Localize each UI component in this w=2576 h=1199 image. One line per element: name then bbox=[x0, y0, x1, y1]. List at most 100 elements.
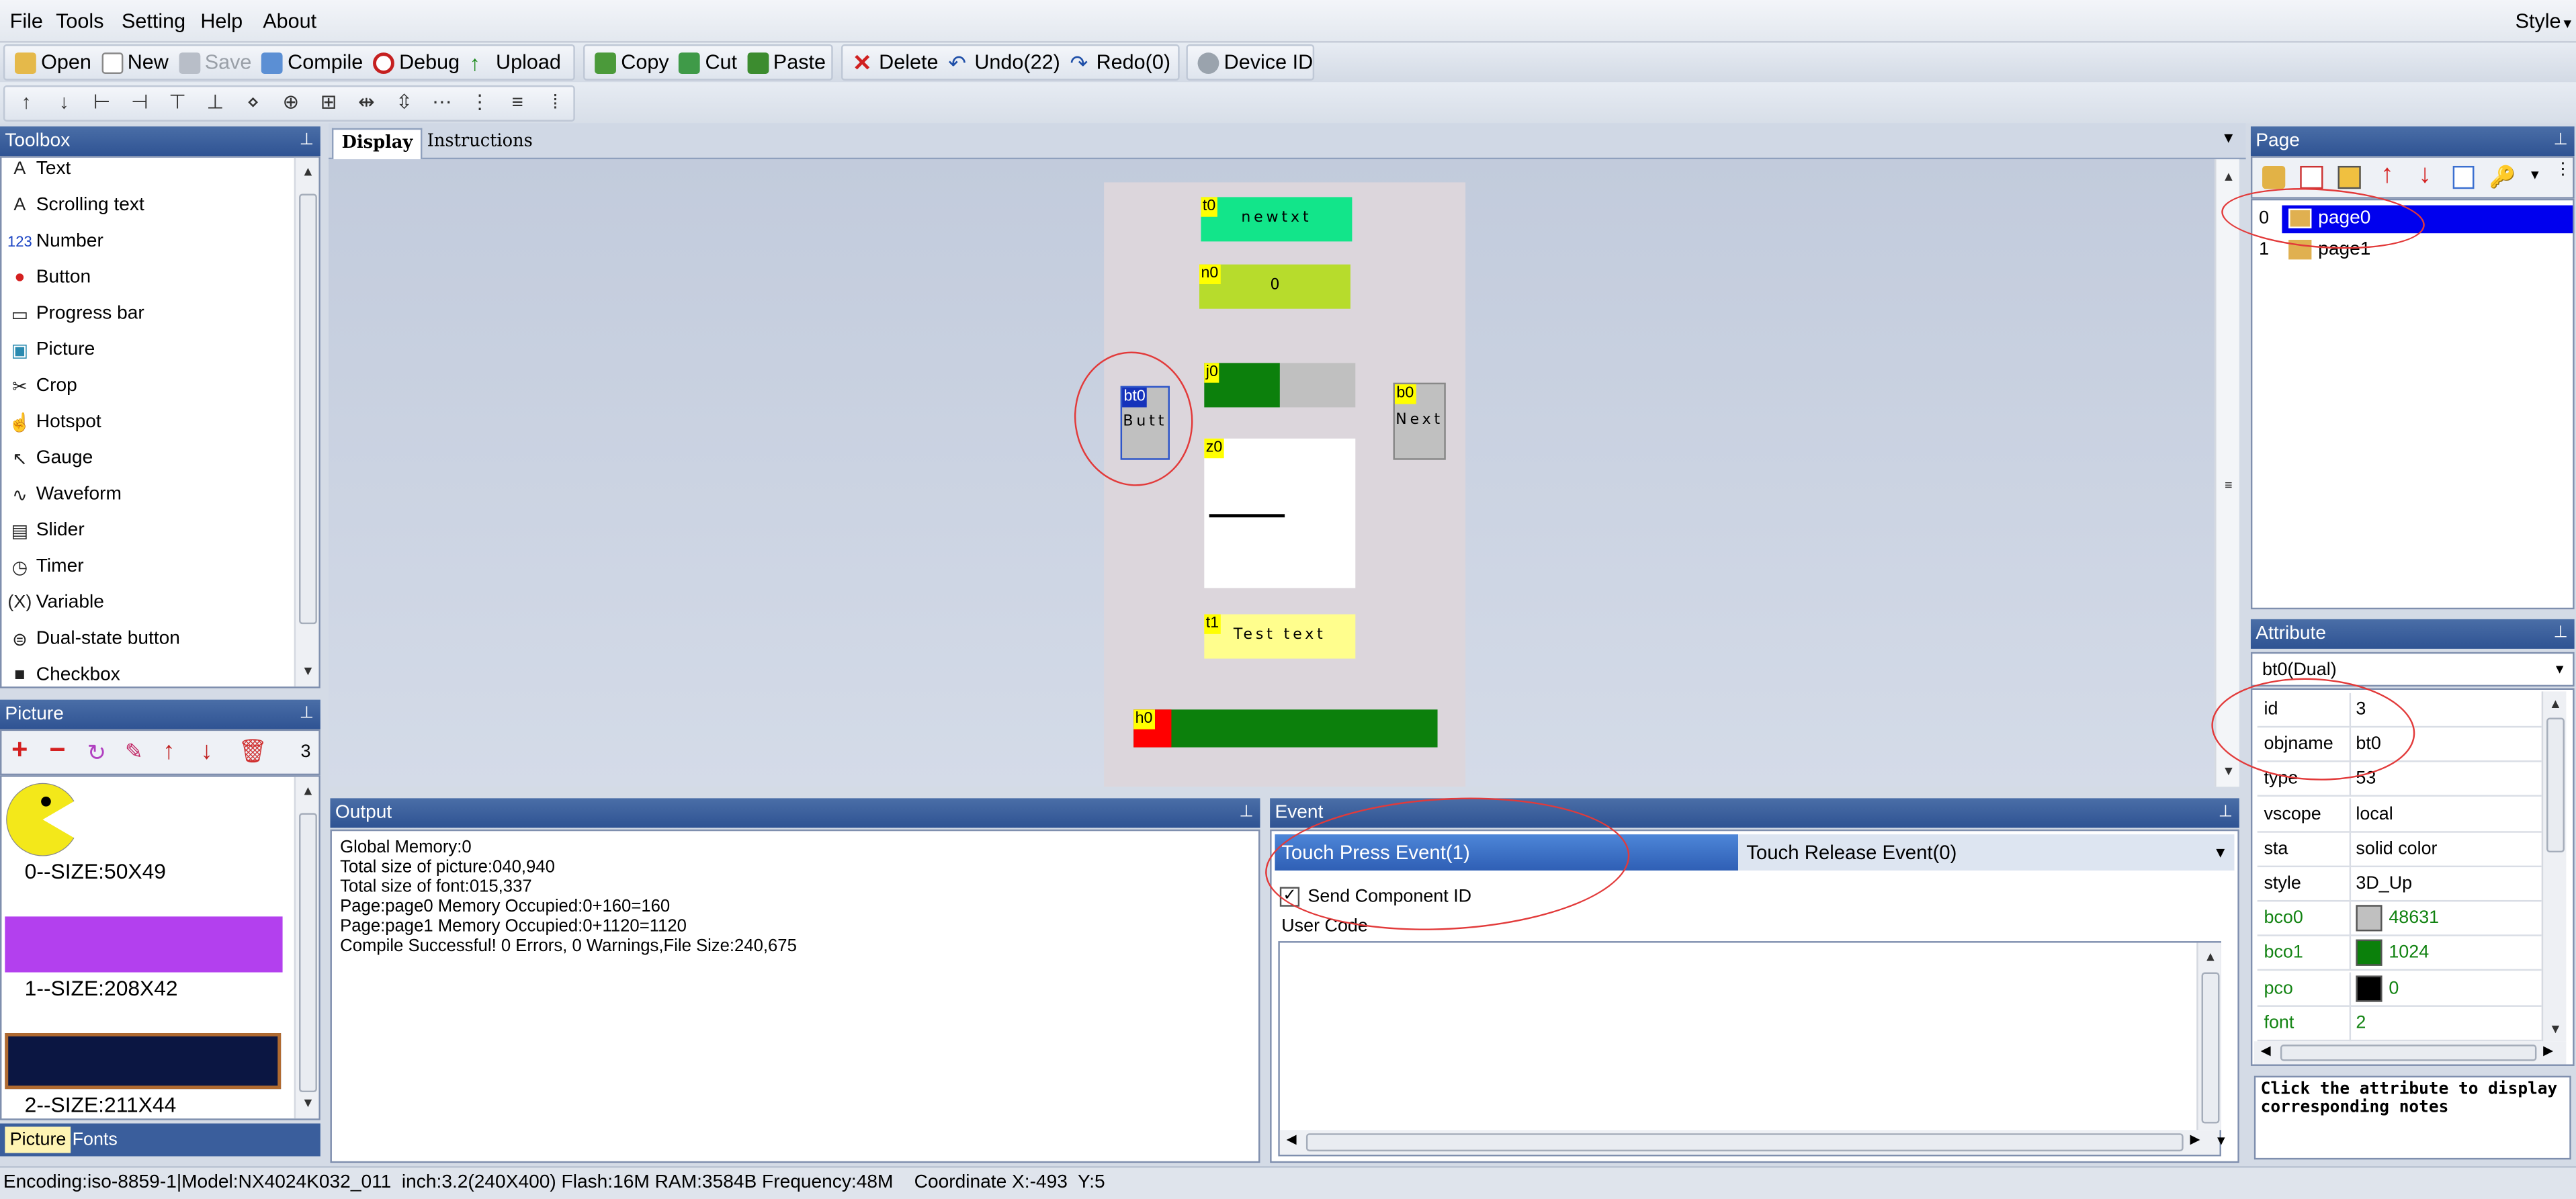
toolbox-item[interactable]: ∿ Waveform bbox=[8, 476, 122, 513]
tab-fonts[interactable]: Fonts bbox=[73, 1130, 118, 1149]
toolbox-item[interactable]: 123 Number bbox=[7, 224, 103, 260]
page-up-icon[interactable]: ↑ bbox=[2380, 161, 2394, 191]
slider-h0[interactable]: h0 bbox=[1133, 709, 1438, 748]
copy-button[interactable]: Copy bbox=[590, 46, 674, 79]
attribute-row[interactable]: bco0 48631 bbox=[2257, 901, 2542, 937]
picture-thumb-2[interactable] bbox=[5, 1033, 282, 1090]
scroll-thumb[interactable] bbox=[1305, 1133, 2184, 1152]
align-top-icon[interactable]: ⊤ bbox=[166, 90, 189, 113]
center-horizontal-icon[interactable]: ⋄ bbox=[241, 90, 264, 113]
add-page-icon[interactable] bbox=[2262, 165, 2286, 189]
toolbox-item[interactable]: A Scrolling text bbox=[8, 187, 144, 224]
attribute-row[interactable]: style 3D_Up bbox=[2257, 867, 2542, 902]
scroll-down-icon[interactable]: ▼ bbox=[296, 660, 318, 683]
scroll-down-icon[interactable]: ▼ bbox=[2217, 760, 2241, 783]
attribute-row[interactable]: vscope local bbox=[2257, 797, 2542, 832]
chevron-down-icon[interactable]: ▼ bbox=[2213, 834, 2228, 871]
output-panel[interactable]: Global Memory:0 Total size of picture:040… bbox=[330, 829, 1260, 1163]
save-button[interactable]: Save bbox=[173, 46, 256, 79]
picture-thumb-1[interactable] bbox=[5, 916, 283, 973]
copy-page-icon[interactable] bbox=[2452, 165, 2475, 189]
attribute-hscroll[interactable]: ◀ ▶ bbox=[2253, 1041, 2567, 1065]
attribute-scrollbar[interactable]: ▲ ▼ bbox=[2541, 691, 2568, 1042]
gauge-z0[interactable]: z0 bbox=[1204, 438, 1356, 588]
menu-file[interactable]: File bbox=[10, 10, 43, 33]
menu-setting[interactable]: Setting bbox=[122, 10, 185, 33]
picture-thumb-0[interactable] bbox=[3, 780, 83, 858]
user-code-editor[interactable]: ▲ ◀ ▶ bbox=[1278, 941, 2223, 1157]
compile-button[interactable]: Compile bbox=[257, 46, 368, 79]
lock-icon[interactable]: 🔑 bbox=[2489, 165, 2516, 191]
same-width-icon[interactable]: ⇹ bbox=[355, 90, 378, 113]
toolbox-item[interactable]: ▤ Slider bbox=[8, 513, 85, 549]
picture-scrollbar[interactable]: ▲ ▼ bbox=[294, 776, 319, 1119]
tab-instructions[interactable]: Instructions bbox=[427, 132, 533, 151]
toolbox-item[interactable]: ✂ Crop bbox=[8, 368, 77, 404]
scroll-thumb[interactable] bbox=[299, 193, 317, 625]
upload-button[interactable]: ↑ Upload bbox=[465, 46, 566, 79]
chevron-down-icon[interactable]: ▼ bbox=[2528, 167, 2541, 182]
toolbox-item[interactable]: ☝ Hotspot bbox=[8, 404, 101, 441]
scroll-down-icon[interactable]: ▼ bbox=[296, 1092, 318, 1115]
text-component-t0[interactable]: t0 newtxt bbox=[1201, 197, 1353, 242]
device-id-button[interactable]: Device ID bbox=[1193, 46, 1318, 79]
menu-about[interactable]: About bbox=[263, 10, 316, 33]
scroll-thumb[interactable] bbox=[299, 813, 317, 1093]
scroll-thumb[interactable] bbox=[2280, 1045, 2537, 1061]
paste-button[interactable]: Paste bbox=[742, 46, 830, 79]
scroll-up-icon[interactable]: ▲ bbox=[2198, 946, 2223, 969]
page-down-icon[interactable]: ↓ bbox=[2418, 161, 2432, 191]
design-canvas[interactable]: t0 newtxt n0 0 bt0 Butt j0 b0 Next z0 t1… bbox=[329, 159, 2215, 787]
delete-page-icon[interactable] bbox=[2300, 165, 2323, 189]
align-bottom-icon[interactable]: ⊥ bbox=[204, 90, 226, 113]
scroll-up-icon[interactable]: ▲ bbox=[2217, 166, 2241, 189]
menu-style[interactable]: Style▼ bbox=[2516, 10, 2574, 33]
overflow-icon[interactable]: ⋮ bbox=[2554, 161, 2571, 179]
scroll-down-icon[interactable]: ▼ bbox=[2215, 1133, 2227, 1148]
replace-icon[interactable]: ↻ bbox=[87, 739, 107, 767]
text-component-t1[interactable]: t1 Test text bbox=[1204, 614, 1356, 659]
same-size-icon[interactable]: ⊞ bbox=[317, 90, 340, 113]
spacing-vertical-icon[interactable]: ⋮ bbox=[468, 90, 491, 113]
scroll-left-icon[interactable]: ◀ bbox=[2261, 1043, 2271, 1058]
toolbox-item[interactable]: ● Button bbox=[8, 259, 91, 296]
insert-page-icon[interactable] bbox=[2337, 165, 2361, 189]
add-icon[interactable]: + bbox=[11, 735, 28, 765]
scroll-down-icon[interactable]: ▼ bbox=[2543, 1018, 2568, 1041]
color-swatch[interactable] bbox=[2356, 905, 2382, 932]
menu-help[interactable]: Help bbox=[200, 10, 243, 33]
menu-tools[interactable]: Tools bbox=[56, 10, 103, 33]
scroll-left-icon[interactable]: ◀ bbox=[1287, 1132, 1297, 1147]
distribute-icon[interactable]: ≡ bbox=[506, 90, 529, 113]
scroll-thumb[interactable] bbox=[2201, 972, 2220, 1124]
attribute-value[interactable]: 1024 bbox=[2389, 943, 2429, 963]
attribute-value[interactable]: 48631 bbox=[2389, 909, 2439, 928]
attribute-row[interactable]: bco1 1024 bbox=[2257, 936, 2542, 972]
move-down-icon[interactable]: ↓ bbox=[200, 738, 212, 766]
toolbox-scrollbar[interactable]: ▲ ▼ bbox=[294, 157, 319, 687]
tab-picture[interactable]: Picture bbox=[5, 1126, 71, 1153]
align-left-icon[interactable]: ⊢ bbox=[90, 90, 113, 113]
code-hscroll[interactable]: ◀ ▶ bbox=[1279, 1130, 2220, 1155]
pin-icon[interactable]: ⊥ bbox=[2219, 798, 2233, 828]
new-button[interactable]: New bbox=[96, 46, 173, 79]
pin-icon[interactable]: ⊥ bbox=[2554, 126, 2568, 156]
same-height-icon[interactable]: ⇳ bbox=[392, 90, 415, 113]
move-up-icon[interactable]: ↑ bbox=[15, 90, 38, 113]
delete-button[interactable]: ✕ Delete bbox=[848, 46, 943, 79]
toolbox-item[interactable]: ◷ Timer bbox=[8, 549, 84, 585]
attribute-value[interactable]: 2 bbox=[2356, 1013, 2366, 1032]
attribute-value[interactable]: 0 bbox=[2389, 978, 2399, 997]
edit-icon[interactable]: ✎ bbox=[125, 739, 143, 765]
scroll-right-icon[interactable]: ▶ bbox=[2190, 1132, 2200, 1147]
cut-button[interactable]: Cut bbox=[674, 46, 742, 79]
move-down-icon[interactable]: ↓ bbox=[52, 90, 75, 113]
chevron-down-icon[interactable]: ▼ bbox=[2221, 130, 2236, 146]
scroll-grip-icon[interactable]: ≡ bbox=[2217, 475, 2241, 498]
scroll-up-icon[interactable]: ▲ bbox=[2543, 693, 2568, 716]
color-swatch[interactable] bbox=[2356, 940, 2382, 967]
attribute-row[interactable]: pco 0 bbox=[2257, 971, 2542, 1006]
color-swatch[interactable] bbox=[2356, 975, 2382, 1002]
toolbox-item[interactable]: ■ Checkbox bbox=[8, 657, 120, 686]
progress-bar-j0[interactable]: j0 bbox=[1204, 363, 1356, 408]
